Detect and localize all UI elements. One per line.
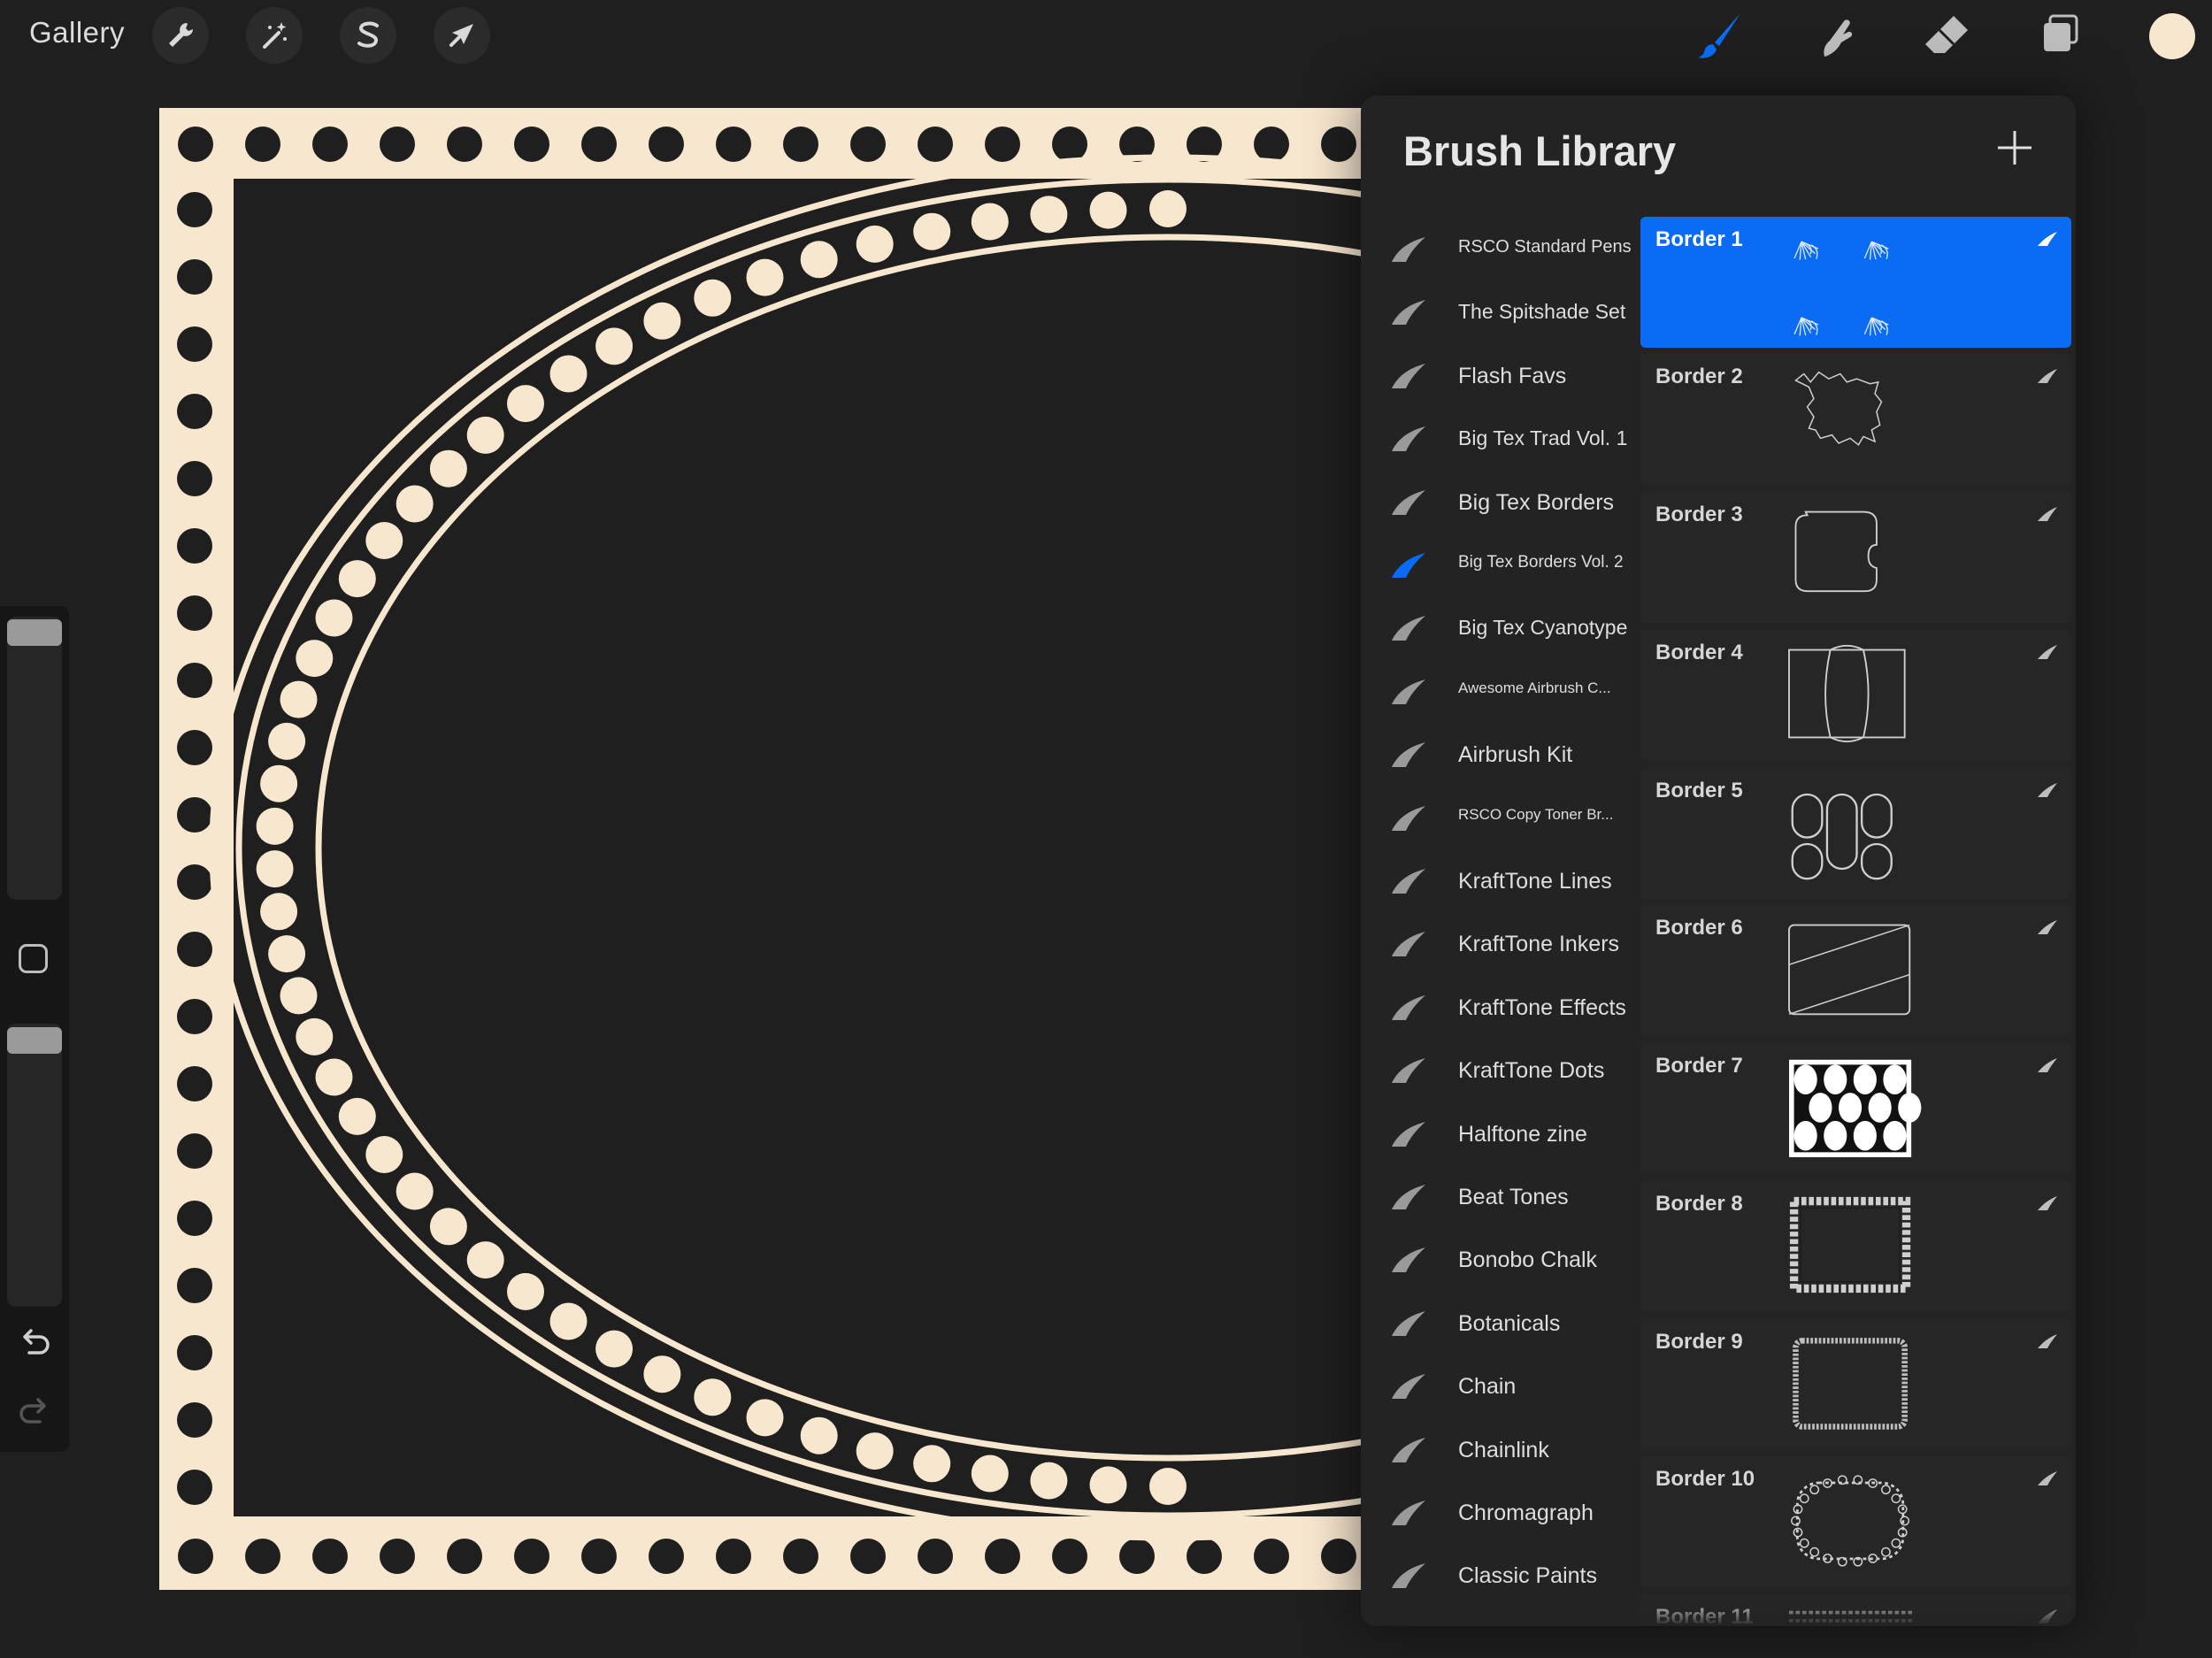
brush-stroke-preview xyxy=(1793,1338,1908,1430)
smudge-tool-button[interactable] xyxy=(1801,5,1865,65)
brush-stroke-preview xyxy=(1793,241,1889,336)
wrench-icon xyxy=(169,23,193,47)
brush-name: Border 1 xyxy=(1655,227,1743,251)
brush-edit-icon[interactable] xyxy=(2036,229,2059,249)
brush-edit-icon[interactable] xyxy=(2036,1469,2059,1488)
brush-item[interactable]: Border 7 xyxy=(1640,1043,2071,1174)
brush-stroke-preview xyxy=(1788,644,1906,743)
brush-stroke-preview xyxy=(1791,1475,1910,1567)
brush-item[interactable]: Border 8 xyxy=(1640,1181,2071,1312)
brush-edit-icon[interactable] xyxy=(2036,1055,2059,1075)
selection-s-icon xyxy=(357,21,379,48)
brush-edit-icon[interactable] xyxy=(2036,642,2059,662)
eraser-tool-button[interactable] xyxy=(1915,5,1978,65)
brush-name: Border 7 xyxy=(1655,1054,1743,1078)
brush-icon xyxy=(1698,13,1740,58)
left-sidebar xyxy=(0,606,69,1452)
brush-item[interactable]: Border 5 xyxy=(1640,768,2071,899)
brush-name: Border 10 xyxy=(1655,1467,1755,1491)
transform-button[interactable] xyxy=(434,7,490,64)
brush-name: Border 5 xyxy=(1655,779,1743,802)
brush-edit-icon[interactable] xyxy=(2036,780,2059,800)
brush-stroke-preview xyxy=(1789,1059,1922,1157)
actions-button[interactable] xyxy=(152,7,209,64)
eraser-icon xyxy=(1925,16,1968,53)
top-toolbar: Gallery xyxy=(0,0,2212,71)
selection-button[interactable] xyxy=(340,7,396,64)
brush-item[interactable]: Border 10 xyxy=(1640,1456,2071,1587)
brush-name: Border 2 xyxy=(1655,365,1743,388)
brush-tool-button[interactable] xyxy=(1688,5,1752,65)
brush-item[interactable]: Border 4 xyxy=(1640,630,2071,761)
brush-name: Border 3 xyxy=(1655,503,1743,526)
brush-item[interactable]: Border 6 xyxy=(1640,905,2071,1036)
adjustments-button[interactable] xyxy=(246,7,303,64)
brush-item[interactable]: Border 3 xyxy=(1640,492,2071,623)
brush-name: Border 6 xyxy=(1655,916,1743,940)
brush-stroke-preview xyxy=(1788,924,1911,1016)
brush-edit-icon[interactable] xyxy=(2036,1332,2059,1351)
brush-stroke-preview xyxy=(1791,793,1893,880)
brush-size-thumb[interactable] xyxy=(7,619,62,646)
layers-button[interactable] xyxy=(2028,5,2092,65)
brush-size-slider[interactable] xyxy=(7,617,62,900)
brush-item[interactable]: Border 9 xyxy=(1640,1319,2071,1450)
magic-wand-icon xyxy=(263,22,287,49)
layers-icon xyxy=(2044,14,2078,51)
brush-item[interactable]: Border 2 xyxy=(1640,354,2071,485)
brush-stroke-preview xyxy=(1794,371,1883,446)
undo-icon[interactable] xyxy=(15,1324,54,1363)
smudge-finger-icon xyxy=(1824,19,1853,57)
opacity-thumb[interactable] xyxy=(7,1027,62,1054)
canvas-artwork xyxy=(177,127,1416,1574)
brush-name: Border 4 xyxy=(1655,641,1743,664)
brush-list: Border 1 Border 2 Border 3 Border 4 Border 5… xyxy=(1361,96,2076,1626)
brush-name: Border 8 xyxy=(1655,1192,1743,1216)
list-fade xyxy=(1361,1600,2076,1626)
brush-name: Border 9 xyxy=(1655,1330,1743,1354)
opacity-slider[interactable] xyxy=(7,1024,62,1307)
brush-edit-icon[interactable] xyxy=(2036,366,2059,386)
gallery-button[interactable]: Gallery xyxy=(29,16,125,50)
redo-icon[interactable] xyxy=(15,1393,54,1432)
brush-edit-icon[interactable] xyxy=(2036,504,2059,524)
square-modify-icon[interactable] xyxy=(19,944,48,973)
brush-edit-icon[interactable] xyxy=(2036,1194,2059,1213)
brush-edit-icon[interactable] xyxy=(2036,917,2059,937)
brush-stroke-preview xyxy=(1789,1196,1911,1293)
drawing-canvas[interactable] xyxy=(159,108,1416,1590)
arrow-cursor-icon xyxy=(449,24,473,47)
brush-item-selected[interactable]: Border 1 xyxy=(1640,217,2071,348)
brush-library-panel: Brush Library RSCO Standard Pens The Spit… xyxy=(1361,96,2076,1626)
brush-stroke-preview xyxy=(1794,510,1878,593)
color-picker-button[interactable] xyxy=(2149,13,2195,59)
